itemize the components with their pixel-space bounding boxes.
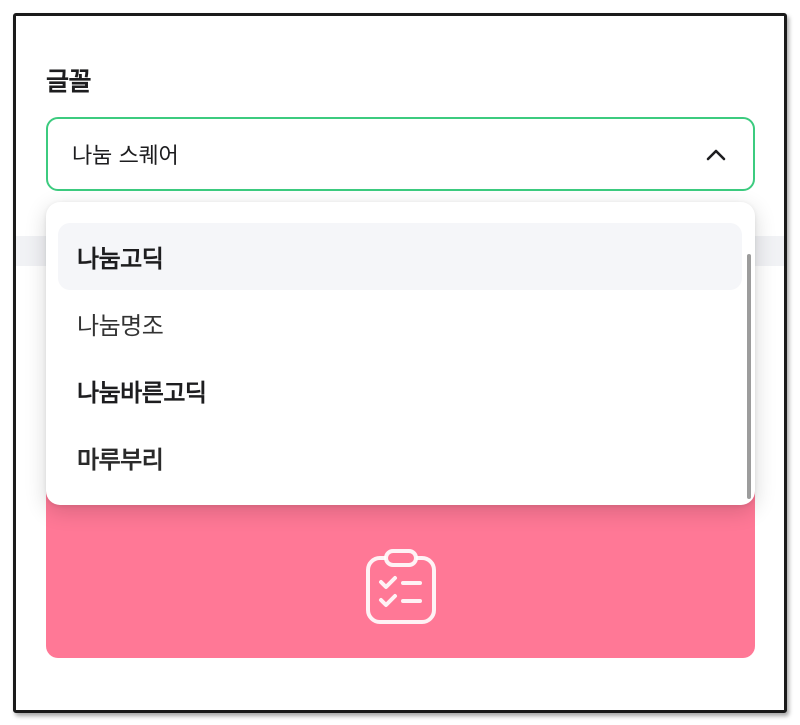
clipboard-checklist-icon — [365, 549, 436, 624]
font-option-nanum-barun-gothic[interactable]: 나눔바른고딕 — [58, 357, 742, 424]
font-select-value: 나눔 스퀘어 — [72, 144, 179, 169]
font-settings-panel: 글꼴 나눔 스퀘어 나눔고딕 나눔명조 나눔바른고딕 마루부리 — [16, 16, 784, 710]
font-option-nanum-myeongjo[interactable]: 나눔명조 — [58, 290, 742, 357]
font-label: 글꼴 — [46, 67, 92, 96]
dropdown-scrollbar[interactable] — [747, 254, 751, 499]
font-options-list: 나눔고딕 나눔명조 나눔바른고딕 마루부리 — [58, 223, 742, 491]
window-frame: 글꼴 나눔 스퀘어 나눔고딕 나눔명조 나눔바른고딕 마루부리 — [13, 13, 787, 713]
font-option-maruburi[interactable]: 마루부리 — [58, 424, 742, 491]
font-select[interactable]: 나눔 스퀘어 — [46, 117, 755, 191]
font-option-nanum-gothic[interactable]: 나눔고딕 — [58, 223, 742, 290]
font-dropdown-menu: 나눔고딕 나눔명조 나눔바른고딕 마루부리 — [46, 202, 755, 505]
chevron-up-icon[interactable] — [705, 147, 727, 161]
